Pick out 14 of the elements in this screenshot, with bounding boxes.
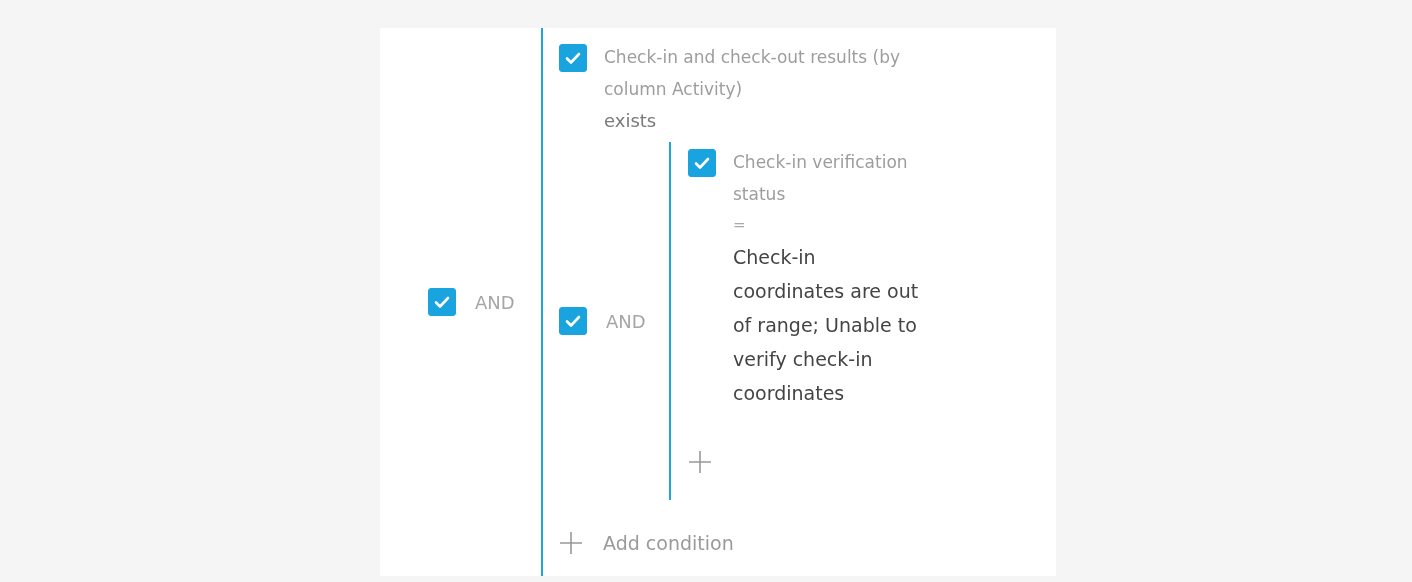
checkbox[interactable] — [559, 44, 587, 72]
add-condition-button[interactable]: Add condition — [559, 531, 1056, 555]
condition-column[interactable]: Check-in verification status — [733, 146, 925, 210]
group-operator[interactable]: AND — [475, 291, 515, 313]
checkbox[interactable] — [559, 307, 587, 335]
condition-comparison[interactable]: = — [733, 210, 746, 240]
checkbox[interactable] — [688, 149, 716, 177]
condition-value[interactable]: Check-in coordinates are out of range; Unable to verify check-in coordinates — [733, 240, 925, 410]
plus-icon — [688, 450, 712, 474]
condition-comparison[interactable]: exists — [604, 105, 657, 137]
condition-column[interactable]: Check-in and check-out results (by column Activity) — [604, 41, 954, 105]
group-operator[interactable]: AND — [606, 310, 646, 332]
plus-icon — [559, 531, 583, 555]
checkbox[interactable] — [428, 288, 456, 316]
